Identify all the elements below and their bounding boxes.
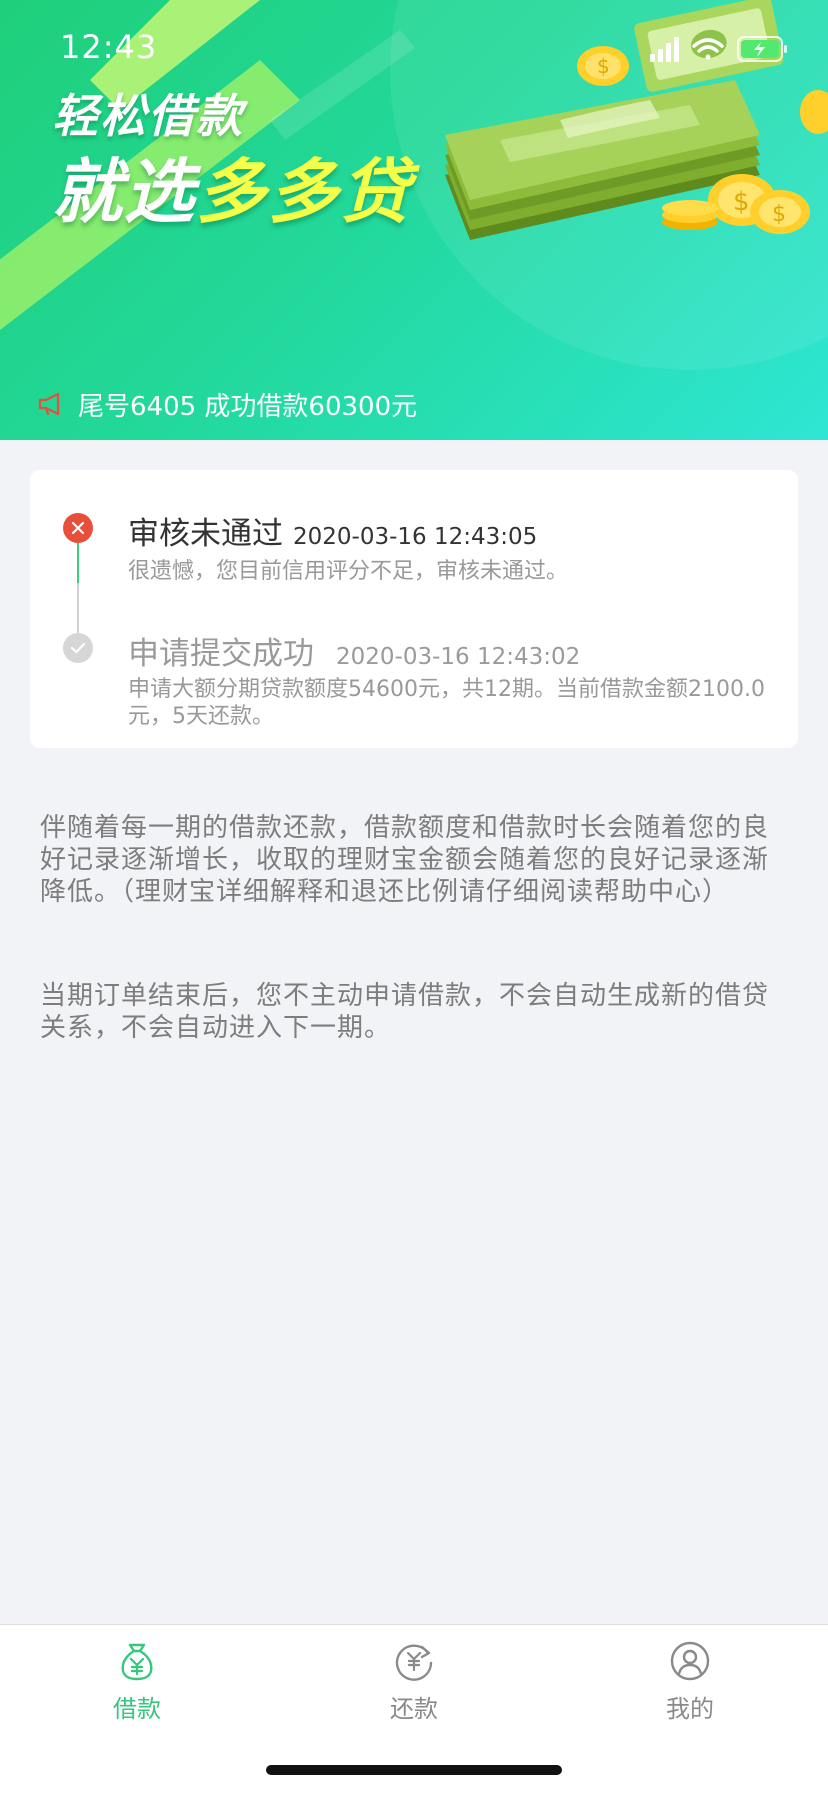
status-bar-time: 12:43 bbox=[60, 28, 158, 66]
step-description: 很遗憾，您目前信用评分不足，审核未通过。 bbox=[128, 559, 569, 584]
tab-label: 还款 bbox=[390, 1695, 438, 1723]
check-icon bbox=[70, 642, 86, 654]
timeline-fail-dot bbox=[63, 513, 93, 543]
promo-banner[interactable]: $ $ $ 12:43 轻松借款 就选多多贷 尾号6405 成功借款60300元 bbox=[0, 0, 828, 440]
user-profile-icon bbox=[670, 1641, 710, 1681]
step-timestamp: 2020-03-16 12:43:02 bbox=[336, 644, 581, 670]
notice-text: 尾号6405 成功借款60300元 bbox=[78, 391, 418, 422]
repay-cycle-icon bbox=[395, 1644, 433, 1681]
svg-text:$: $ bbox=[733, 187, 750, 217]
banner-slogan: 就选多多贷 bbox=[52, 136, 412, 237]
banner-slogan-prefix: 就选 bbox=[52, 151, 196, 233]
order-end-notice: 当期订单结束后，您不主动申请借款，不会自动生成新的借贷关系，不会自动进入下一期。 bbox=[40, 981, 770, 1043]
wifi-icon bbox=[692, 38, 724, 60]
signal-icon bbox=[650, 37, 679, 62]
tab-mine[interactable]: 我的 bbox=[620, 1639, 760, 1739]
timeline-connector bbox=[77, 583, 79, 633]
money-bag-icon bbox=[121, 1643, 153, 1681]
tab-label: 借款 bbox=[113, 1695, 161, 1723]
battery-icon bbox=[737, 36, 787, 62]
timeline-step-title: 申请提交成功 2020-03-16 12:43:02 bbox=[128, 628, 580, 673]
tab-loan[interactable]: 借款 bbox=[67, 1639, 207, 1739]
timeline-done-dot bbox=[63, 633, 93, 663]
step-status-text: 审核未通过 bbox=[128, 516, 283, 552]
megaphone-icon bbox=[38, 392, 60, 416]
svg-text:$: $ bbox=[772, 202, 786, 227]
close-icon bbox=[71, 521, 85, 535]
svg-text:$: $ bbox=[597, 54, 610, 78]
step-description: 申请大额分期贷款额度54600元，共12期。当前借款金额2100.0元，5天还款… bbox=[128, 677, 765, 729]
step-status-text: 申请提交成功 bbox=[128, 636, 314, 672]
timeline-connector bbox=[77, 543, 79, 583]
credit-growth-explanation: 伴随着每一期的借款还款，借款额度和借款时长会随着您的良好记录逐渐增长，收取的理财… bbox=[40, 813, 770, 907]
home-indicator[interactable] bbox=[266, 1765, 562, 1775]
application-status-card: 审核未通过 2020-03-16 12:43:05 很遗憾，您目前信用评分不足，审… bbox=[30, 470, 798, 748]
step-timestamp: 2020-03-16 12:43:05 bbox=[293, 524, 538, 550]
timeline-step-title: 审核未通过 2020-03-16 12:43:05 bbox=[128, 508, 537, 553]
status-bar-icons bbox=[650, 36, 787, 62]
loan-notice-ticker: 尾号6405 成功借款60300元 bbox=[36, 386, 417, 422]
tab-repay[interactable]: 还款 bbox=[344, 1639, 484, 1739]
brand-name: 多多贷 bbox=[196, 151, 412, 233]
tab-label: 我的 bbox=[666, 1695, 714, 1723]
